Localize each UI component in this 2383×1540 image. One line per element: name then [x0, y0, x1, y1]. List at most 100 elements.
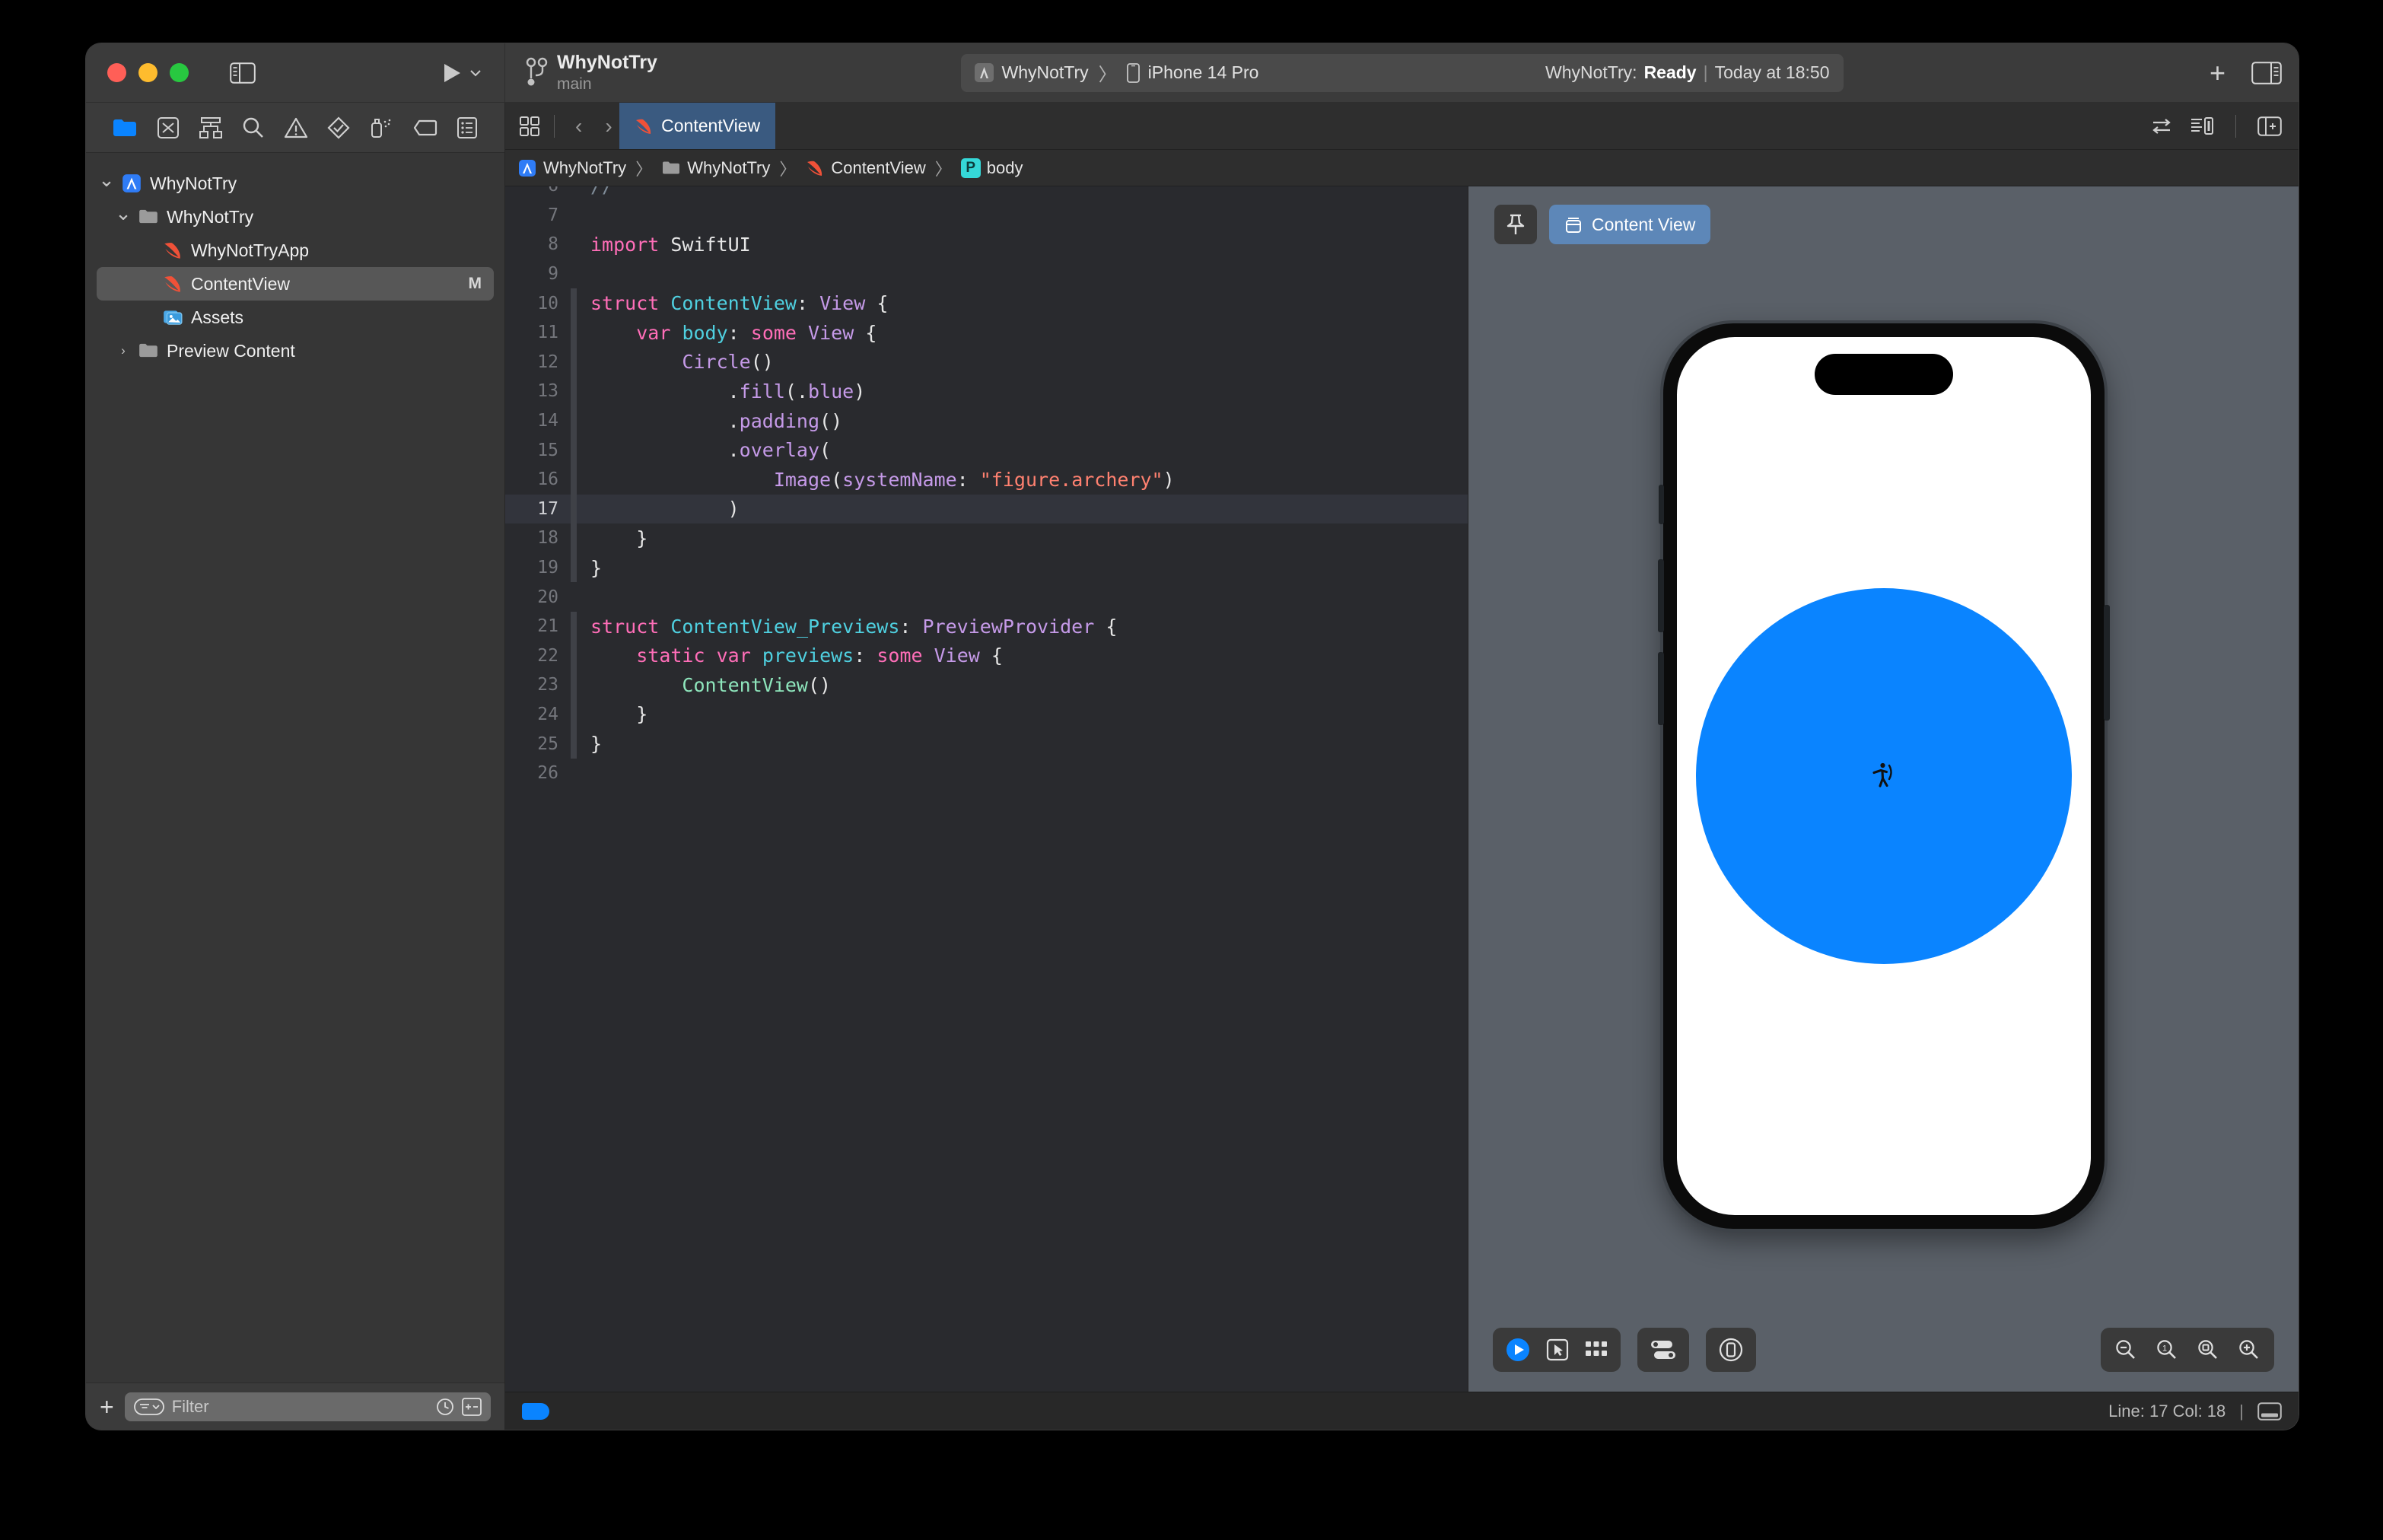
zoom-to-fit-icon[interactable] [2197, 1338, 2219, 1361]
zoom-out-icon[interactable] [2114, 1338, 2137, 1361]
code-line[interactable]: 22 static var previews: some View { [505, 641, 1468, 671]
code-line[interactable]: 25} [505, 729, 1468, 759]
scheme-destination-selector[interactable]: WhyNotTry 〉 iPhone 14 Pro [974, 59, 1258, 86]
device-screen[interactable] [1676, 337, 2091, 1215]
code-line[interactable]: 7 [505, 201, 1468, 231]
code-fold-ribbon[interactable] [571, 288, 577, 318]
zoom-button[interactable] [170, 63, 189, 82]
code-line[interactable]: 8 import SwiftUI [505, 230, 1468, 259]
code-fold-ribbon[interactable] [571, 611, 577, 641]
sidebar-item-whynottry[interactable]: ⌄ WhyNotTry [97, 167, 494, 200]
chevron-down-icon[interactable]: ⌄ [97, 168, 116, 192]
code-fold-ribbon[interactable] [571, 259, 577, 289]
clock-icon[interactable] [436, 1398, 454, 1416]
tab-contentview[interactable]: ContentView [619, 103, 775, 149]
add-button[interactable]: + [2210, 59, 2226, 87]
code-fold-ribbon[interactable] [571, 377, 577, 406]
sidebar-left-icon[interactable] [230, 62, 256, 84]
symbol-hierarchy-icon[interactable] [199, 116, 223, 139]
code-line[interactable]: 21 struct ContentView_Previews: PreviewPr… [505, 611, 1468, 641]
sidebar-item-contentview[interactable]: ⌄ContentViewM [97, 267, 494, 301]
code-line[interactable]: 6 // [505, 186, 1468, 201]
bottom-panel-icon[interactable] [2257, 1402, 2282, 1421]
code-fold-ribbon[interactable] [571, 582, 577, 612]
chevron-left-icon[interactable]: ‹ [568, 114, 589, 138]
sidebar-item-assets[interactable]: ⌄Assets [97, 301, 494, 334]
code-line[interactable]: 9 [505, 259, 1468, 289]
debug-spray-icon[interactable] [369, 116, 393, 139]
breadcrumb-item-body[interactable]: Pbody [960, 158, 1023, 178]
source-code-editor[interactable]: 6 // 7 8 import SwiftUI 9 10 struct ContentView… [505, 186, 1468, 1392]
code-fold-ribbon[interactable] [571, 230, 577, 259]
code-line[interactable]: 14 .padding() [505, 406, 1468, 436]
code-line[interactable]: 19} [505, 552, 1468, 583]
code-fold-ribbon[interactable] [571, 186, 577, 201]
play-icon[interactable] [437, 60, 463, 86]
issue-warning-icon[interactable] [284, 117, 308, 138]
code-fold-ribbon[interactable] [571, 641, 577, 671]
sidebar-item-whynottryapp[interactable]: ⌄WhyNotTryApp [97, 234, 494, 267]
add-editor-icon[interactable] [2257, 116, 2282, 136]
code-fold-ribbon[interactable] [571, 435, 577, 465]
code-line[interactable]: 26 [505, 759, 1468, 788]
breadcrumb-item-whynottry[interactable]: WhyNotTry [517, 158, 626, 178]
code-line[interactable]: 15 .overlay( [505, 435, 1468, 465]
breakpoint-tag-icon[interactable] [412, 119, 438, 137]
zoom-in-icon[interactable] [2238, 1338, 2261, 1361]
code-line[interactable]: 12 Circle() [505, 347, 1468, 377]
code-fold-ribbon[interactable] [571, 729, 577, 759]
report-list-icon[interactable] [457, 116, 478, 139]
code-line[interactable]: 10 struct ContentView: View { [505, 288, 1468, 318]
breadcrumb-item-whynottry[interactable]: WhyNotTry [661, 158, 770, 178]
code-line[interactable]: 18 } [505, 523, 1468, 553]
code-fold-ribbon[interactable] [571, 464, 577, 495]
device-settings-icon[interactable] [1650, 1338, 1677, 1361]
code-line[interactable]: 11 var body: some View { [505, 317, 1468, 348]
code-fold-ribbon[interactable] [571, 347, 577, 377]
code-line[interactable]: 24 } [505, 699, 1468, 730]
code-line[interactable]: 16 Image(systemName: "figure.archery") [505, 464, 1468, 495]
filter-dropdown-icon[interactable] [133, 1398, 164, 1415]
sidebar-item-whynottry[interactable]: ⌄ WhyNotTry [97, 200, 494, 234]
selection-cursor-icon[interactable] [1546, 1338, 1569, 1361]
chevron-right-icon[interactable]: › [113, 343, 133, 358]
code-fold-ribbon[interactable] [571, 699, 577, 730]
tab-overview-icon[interactable] [519, 116, 540, 137]
chevron-right-icon[interactable]: › [598, 114, 619, 138]
code-fold-ribbon[interactable] [571, 494, 577, 524]
code-fold-ribbon[interactable] [571, 317, 577, 348]
code-fold-ribbon[interactable] [571, 201, 577, 231]
sidebar-item-preview-content[interactable]: › Preview Content [97, 334, 494, 368]
code-line[interactable]: 20 [505, 582, 1468, 612]
source-control-filter-icon[interactable] [462, 1397, 482, 1416]
test-diamond-icon[interactable] [327, 116, 350, 139]
chevron-down-icon[interactable] [468, 65, 483, 81]
breadcrumb-item-contentview[interactable]: ContentView [805, 158, 926, 178]
source-control-icon[interactable] [157, 116, 180, 139]
iphone-14-pro-frame[interactable] [1657, 323, 2110, 1229]
adjust-editor-icon[interactable] [2150, 116, 2173, 136]
variants-grid-icon[interactable] [1584, 1340, 1608, 1360]
canvas-toggle-icon[interactable] [2190, 116, 2214, 136]
pin-icon[interactable] [1494, 205, 1537, 244]
search-icon[interactable] [242, 116, 265, 139]
close-button[interactable] [107, 63, 126, 82]
code-fold-ribbon[interactable] [571, 552, 577, 583]
code-fold-ribbon[interactable] [571, 523, 577, 553]
chevron-down-icon[interactable]: ⌄ [113, 202, 133, 225]
live-preview-play-icon[interactable] [1505, 1337, 1531, 1363]
code-fold-ribbon[interactable] [571, 406, 577, 436]
minimize-button[interactable] [138, 63, 157, 82]
device-orientation-icon[interactable] [1718, 1337, 1744, 1363]
inspector-panel-icon[interactable] [2251, 61, 2282, 84]
code-line[interactable]: 13 .fill(.blue) [505, 377, 1468, 406]
code-fold-ribbon[interactable] [571, 670, 577, 700]
code-line[interactable]: 23 ContentView() [505, 670, 1468, 700]
folder-icon[interactable] [112, 117, 138, 138]
zoom-actual-size-icon[interactable]: 1 [2156, 1338, 2178, 1361]
add-file-button[interactable]: + [100, 1395, 114, 1419]
code-line[interactable]: 17 ) [505, 494, 1468, 524]
search-input[interactable]: Filter [124, 1392, 491, 1421]
code-fold-ribbon[interactable] [571, 759, 577, 788]
preview-name-chip[interactable]: Content View [1549, 205, 1711, 244]
